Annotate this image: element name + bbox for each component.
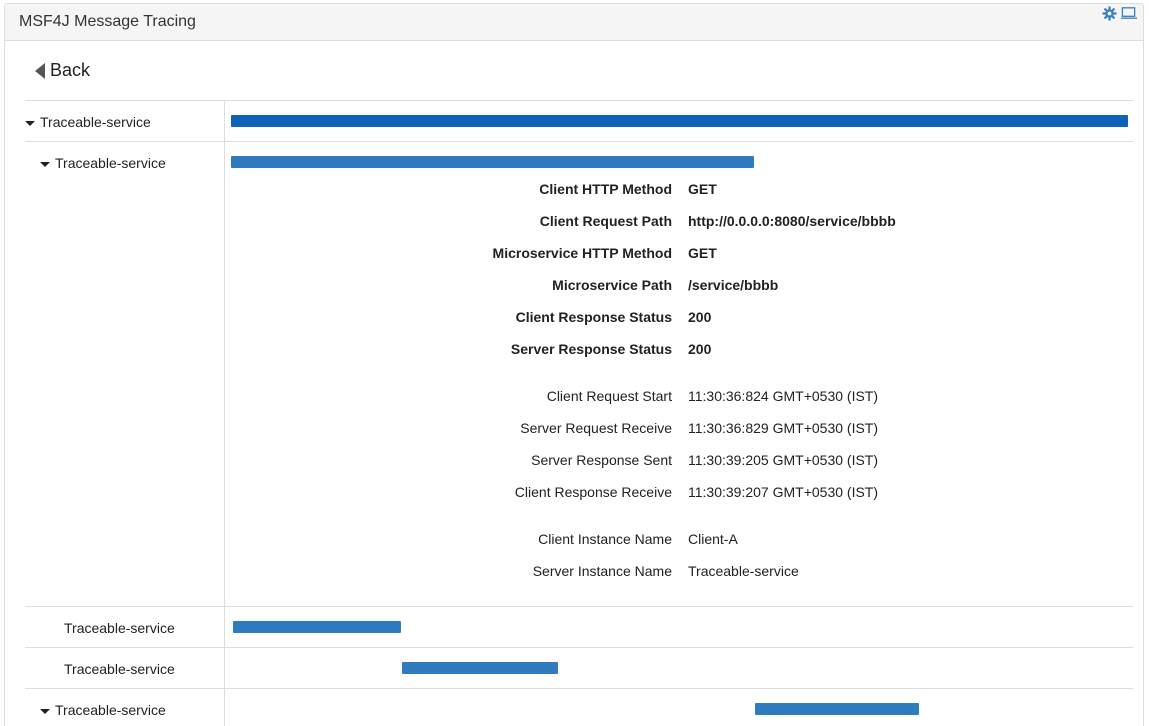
maximize-icon[interactable] <box>1121 5 1137 21</box>
span-bar[interactable] <box>233 621 401 633</box>
span-name-cell: Traceable-service <box>25 607 225 647</box>
span-bar[interactable] <box>402 662 558 674</box>
span-row: Traceable-service <box>25 647 1133 688</box>
tracing-panel: MSF4J Message Tracing Back Traceable-ser… <box>4 3 1144 726</box>
detail-label: Server Request Receive <box>520 420 672 436</box>
span-row: Traceable-service <box>25 100 1133 141</box>
chevron-left-icon <box>35 62 45 79</box>
span-name: Traceable-service <box>40 155 166 171</box>
detail-label: Server Response Sent <box>531 452 672 468</box>
caret-down-icon[interactable] <box>25 120 35 126</box>
span-bar[interactable] <box>231 156 754 168</box>
back-button[interactable]: Back <box>35 60 90 81</box>
detail-value: 11:30:39:207 GMT+0530 (IST) <box>688 484 879 500</box>
back-label: Back <box>50 60 91 80</box>
header-icons <box>1101 5 1149 21</box>
span-bar-cell <box>226 607 1133 647</box>
detail-label: Client Instance Name <box>538 531 672 547</box>
detail-value: 11:30:39:205 GMT+0530 (IST) <box>688 452 879 468</box>
span-bar-cell <box>226 689 1133 726</box>
span-label: Traceable-service <box>40 114 151 130</box>
detail-value: GET <box>688 181 717 197</box>
detail-value: 11:30:36:829 GMT+0530 (IST) <box>688 420 879 436</box>
detail-label: Microservice HTTP Method <box>492 245 672 261</box>
detail-value: 11:30:36:824 GMT+0530 (IST) <box>688 388 879 404</box>
span-label: Traceable-service <box>64 661 175 677</box>
trace-table: Traceable-service Traceable-service Clie… <box>25 100 1133 726</box>
detail-value: 200 <box>688 341 712 357</box>
span-name-cell: Traceable-service <box>25 689 225 726</box>
detail-label: Client Request Path <box>539 213 672 229</box>
gear-icon[interactable] <box>1101 5 1117 21</box>
detail-value: Client-A <box>688 531 738 547</box>
span-bar[interactable] <box>755 703 919 715</box>
span-bar[interactable] <box>231 115 1128 127</box>
detail-label: Client Response Status <box>515 309 672 325</box>
span-row: Traceable-service Client HTTP Method GET… <box>25 141 1133 606</box>
detail-label: Client Request Start <box>546 388 672 404</box>
span-name-cell: Traceable-service <box>25 142 225 606</box>
span-label: Traceable-service <box>55 155 166 171</box>
caret-down-icon[interactable] <box>40 708 50 714</box>
span-label: Traceable-service <box>55 702 166 718</box>
span-name-cell: Traceable-service <box>25 101 225 141</box>
detail-label: Client HTTP Method <box>539 181 672 197</box>
page-title: MSF4J Message Tracing <box>19 13 196 30</box>
span-name: Traceable-service <box>25 114 151 130</box>
detail-value: GET <box>688 245 717 261</box>
detail-label: Client Response Receive <box>514 484 672 500</box>
caret-down-icon[interactable] <box>40 161 50 167</box>
span-bar-cell <box>226 101 1133 141</box>
panel-header: MSF4J Message Tracing <box>5 4 1143 41</box>
span-row: Traceable-service <box>25 688 1133 726</box>
detail-label: Server Instance Name <box>532 563 672 579</box>
span-bar-cell <box>226 648 1133 688</box>
detail-label: Microservice Path <box>552 277 672 293</box>
span-name: Traceable-service <box>40 702 166 718</box>
span-row: Traceable-service <box>25 606 1133 647</box>
span-name-cell: Traceable-service <box>25 648 225 688</box>
span-name: Traceable-service <box>64 620 175 636</box>
span-bar-cell: Client HTTP Method GET Client Request Pa… <box>226 142 1133 606</box>
detail-value: /service/bbbb <box>688 277 779 293</box>
detail-label: Server Response Status <box>510 341 672 357</box>
detail-value: Traceable-service <box>688 563 799 579</box>
span-name: Traceable-service <box>64 661 175 677</box>
detail-value: 200 <box>688 309 712 325</box>
span-label: Traceable-service <box>64 620 175 636</box>
detail-value: http://0.0.0.0:8080/service/bbbb <box>688 213 896 229</box>
